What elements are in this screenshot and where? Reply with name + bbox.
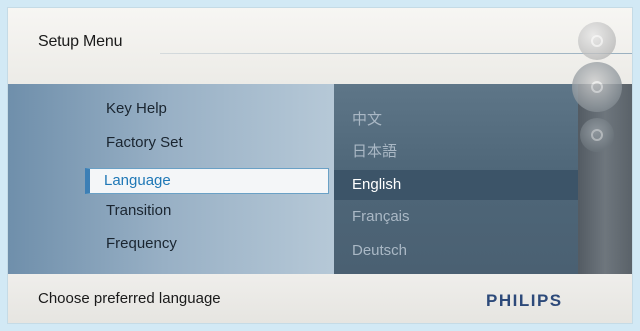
settings-icon[interactable]	[578, 22, 616, 60]
menu-item-frequency[interactable]: Frequency	[106, 235, 177, 252]
menu-item-transition[interactable]: Transition	[106, 202, 171, 219]
title-divider	[160, 53, 632, 54]
menu-item-language[interactable]: Language	[85, 168, 329, 194]
language-option-japanese[interactable]: 日本語	[352, 140, 397, 161]
help-text: Choose preferred language	[38, 290, 221, 307]
language-option-chinese[interactable]: 中文	[352, 108, 382, 129]
language-option-german[interactable]: Deutsch	[352, 242, 407, 259]
button-icon[interactable]	[580, 118, 614, 152]
side-strip	[578, 84, 632, 274]
header: Setup Menu	[8, 8, 632, 84]
setup-menu-list: Key Help Factory Set Language Transition…	[8, 84, 334, 274]
button-icon-glyph	[591, 129, 603, 141]
page-title: Setup Menu	[38, 33, 123, 50]
brand-logo: PHILIPS	[486, 291, 563, 310]
menu-item-factory-set[interactable]: Factory Set	[106, 134, 183, 151]
language-option-french[interactable]: Français	[352, 208, 410, 225]
dial-icon[interactable]	[572, 62, 622, 112]
footer: Choose preferred language PHILIPS	[8, 274, 632, 323]
language-option-english[interactable]: English	[334, 170, 578, 200]
menu-area: Key Help Factory Set Language Transition…	[8, 84, 632, 274]
language-options-panel: 中文 日本語 English Français Deutsch	[334, 84, 578, 274]
setup-screen: Setup Menu Key Help Factory Set Language…	[8, 8, 632, 323]
dial-icon-glyph	[591, 81, 603, 93]
menu-item-key-help[interactable]: Key Help	[106, 100, 167, 117]
settings-icon-glyph	[591, 35, 603, 47]
photo-frame-display: Setup Menu Key Help Factory Set Language…	[0, 0, 640, 331]
